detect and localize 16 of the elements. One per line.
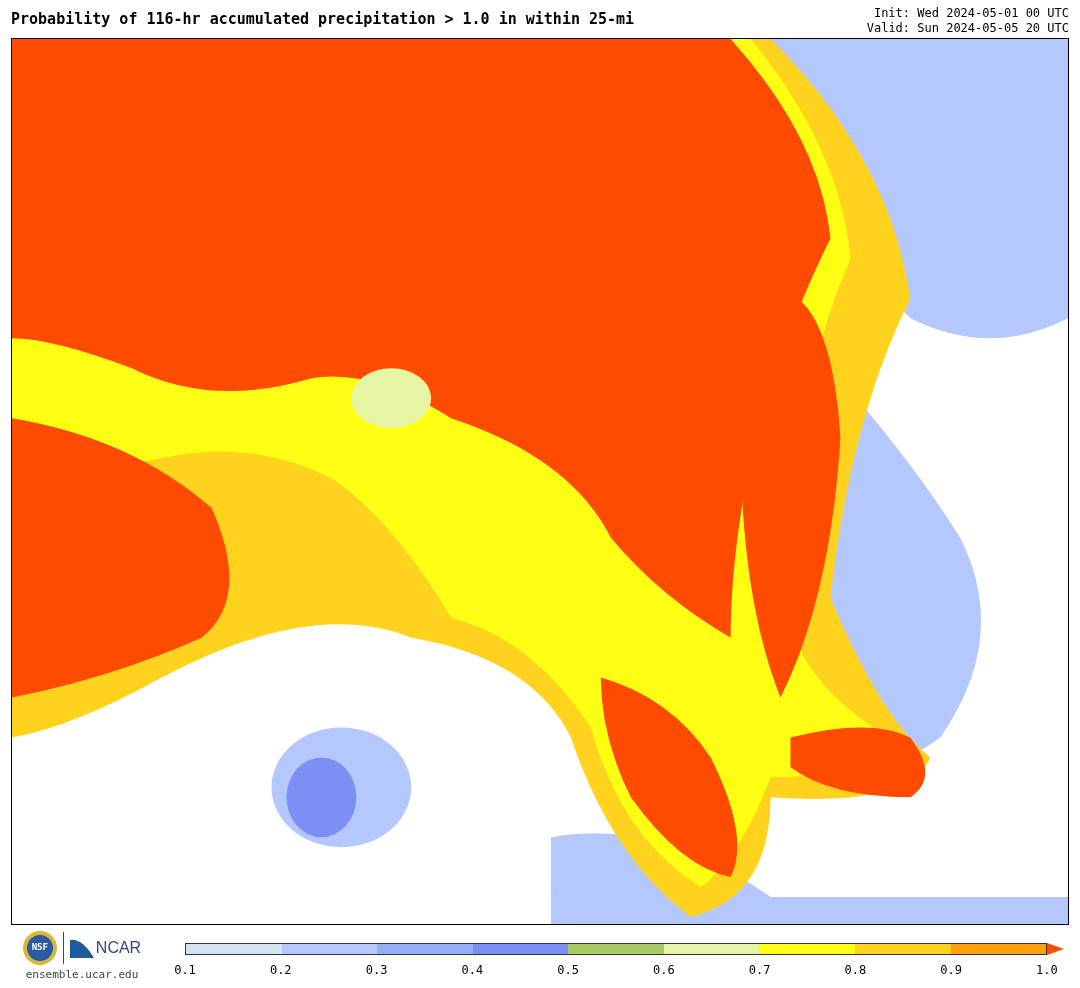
valid-time: Valid: Sun 2024-05-05 20 UTC bbox=[866, 21, 1069, 36]
colorbar-tick-label: 0.3 bbox=[364, 962, 389, 979]
colorbar-tick-label: 0.7 bbox=[747, 962, 772, 979]
colorbar-tick-label: 1.0 bbox=[1035, 962, 1059, 979]
map-title: Probability of 116-hr accumulated precipitation > 1.0 in within 25-mi bbox=[11, 12, 635, 27]
init-time: Init: Wed 2024-05-01 00 UTC bbox=[873, 6, 1069, 21]
colorbar-tick-label: 0.8 bbox=[843, 962, 868, 979]
colorbar-tick-label: 0.1 bbox=[173, 962, 197, 979]
nsf-logo: NSF bbox=[22, 931, 57, 965]
colorbar-tick-label: 0.6 bbox=[652, 962, 676, 979]
colorbar-tick-label: 0.9 bbox=[939, 962, 963, 979]
colorbar-tick-label: 0.4 bbox=[460, 962, 485, 979]
colorbar-tick-label: 0.2 bbox=[268, 962, 293, 979]
colorbar-tick-label: 0.5 bbox=[556, 962, 580, 979]
site-url: ensemble.ucar.edu bbox=[25, 967, 139, 983]
ncar-logo: NCAR bbox=[69, 936, 142, 960]
